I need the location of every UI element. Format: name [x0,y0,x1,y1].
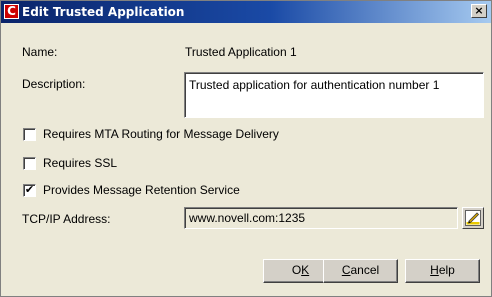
edit-address-button[interactable] [462,207,484,229]
ok-mnemonic: K [301,263,310,277]
description-label: Description: [22,77,86,91]
description-field[interactable]: Trusted application for authentication n… [184,72,484,118]
close-button[interactable]: × [471,4,487,18]
mta-routing-checkbox[interactable] [23,128,36,141]
title-bar[interactable]: C Edit Trusted Application × [1,1,491,23]
novell-app-icon: C [4,4,19,19]
checkmark-icon: ✔ [24,183,35,196]
edit-trusted-application-dialog: C Edit Trusted Application × Name: Trust… [0,0,492,297]
ok-label-pre: O [291,263,302,277]
help-mnemonic: H [430,263,439,277]
dialog-title: Edit Trusted Application [22,5,185,19]
message-retention-label[interactable]: Provides Message Retention Service [43,183,240,197]
mta-routing-label[interactable]: Requires MTA Routing for Message Deliver… [43,127,279,141]
cancel-label-post: ancel [350,263,380,277]
message-retention-checkbox[interactable]: ✔ [23,183,36,197]
help-button[interactable]: Help [405,259,480,283]
requires-ssl-label[interactable]: Requires SSL [43,156,117,170]
requires-ssl-checkbox[interactable] [23,157,36,170]
help-label-post: elp [438,263,455,277]
tcpip-address-field[interactable]: www.novell.com:1235 [184,207,458,229]
name-value: Trusted Application 1 [185,45,297,59]
name-label: Name: [22,45,58,59]
pencil-edit-icon [465,210,481,226]
tcpip-label: TCP/IP Address: [22,212,111,226]
cancel-button[interactable]: Cancel [323,259,398,283]
